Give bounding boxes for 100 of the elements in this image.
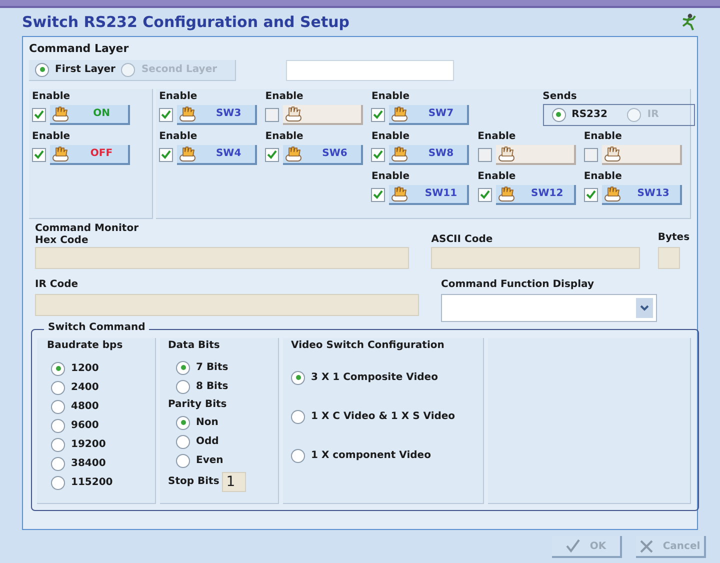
running-figure-icon [680,13,698,31]
group-label: Data Bits [168,340,221,352]
hand-icon [498,145,515,162]
switch-button[interactable]: SW4 [177,144,258,164]
checkbox[interactable] [371,188,386,202]
enable-label: Enable [371,90,411,102]
hand-icon [52,145,69,162]
hand-icon [391,145,408,162]
radio-button[interactable] [35,62,49,76]
text-field[interactable] [286,60,454,80]
dropdown[interactable] [441,294,657,322]
radio-button[interactable] [51,476,65,490]
hex-code-field[interactable] [35,246,410,268]
checkbox[interactable] [159,108,174,122]
hand-icon [285,145,302,162]
group-label: Baudrate bps [47,340,124,352]
enable-label: Enable [32,130,72,142]
checkbox[interactable] [32,148,46,162]
radio-button[interactable] [291,448,305,462]
stop-bits-field[interactable]: 1 [222,472,246,492]
close-icon [640,540,653,552]
enable-label: Enable [584,130,623,142]
radio-label: 38400 [71,457,106,471]
radio-button[interactable] [51,362,65,376]
enable-label: Enable [371,130,411,142]
switch-button[interactable] [283,104,364,124]
ir-code-field[interactable] [35,294,419,316]
radio-button[interactable] [51,456,65,470]
radio-button[interactable] [552,108,566,122]
radio-label: First Layer [55,63,116,77]
enable-label: Enable [478,170,517,182]
field-label: Command Function Display [441,278,595,290]
radio-button[interactable] [51,400,65,414]
hand-icon [285,105,302,122]
checkmark-icon [566,539,580,553]
radio-button[interactable] [176,380,190,394]
radio-label: Odd [196,435,219,449]
chevron-down-icon [636,298,653,318]
field-label: IR Code [35,278,80,290]
switch-button[interactable]: OFF [50,144,130,164]
checkbox[interactable] [159,148,174,162]
radio-label: 1200 [71,362,99,376]
radio-button[interactable] [176,360,190,374]
radio-label: 4800 [71,400,99,414]
section-label: Command Monitor [35,222,140,234]
radio-label: Even [196,454,224,468]
checkbox[interactable] [584,188,598,202]
checkbox[interactable] [478,188,492,202]
radio-label: Non [196,416,218,430]
hand-icon [604,145,621,162]
field-label: Hex Code [35,234,90,246]
hand-icon [498,185,515,202]
enable-label: Enable [32,90,72,102]
switch-button[interactable]: SW3 [177,104,258,124]
radio-label: 1 X C Video & 1 X S Video [311,410,456,424]
hand-icon [52,105,69,122]
radio-label: 1 X component Video [311,449,431,463]
radio-button[interactable] [51,380,65,394]
enable-label: Enable [584,170,623,182]
hand-icon [391,105,408,122]
radio-button[interactable] [291,370,305,384]
checkbox[interactable] [265,148,280,162]
section-label: Command Layer [29,41,130,57]
checkbox[interactable] [584,148,598,162]
switch-button[interactable]: SW6 [283,144,364,164]
enable-label: Enable [478,130,517,142]
radio-label: RS232 [572,108,608,122]
switch-button[interactable] [496,144,576,164]
radio-button[interactable] [176,416,190,430]
switch-button[interactable]: SW7 [389,104,470,124]
checkbox[interactable] [371,148,386,162]
switch-button[interactable]: SW13 [602,184,682,204]
field-label: Bytes [658,232,691,244]
enable-label: Enable [265,130,304,142]
radio-button[interactable] [176,434,190,448]
radio-label: 2400 [71,381,99,395]
group-label: Parity Bits [168,399,228,411]
switch-button[interactable]: SW11 [389,184,470,204]
field-label: ASCII Code [431,234,494,246]
checkbox[interactable] [371,108,386,122]
radio-label: 8 Bits [196,380,228,394]
radio-button[interactable] [51,418,65,432]
switch-button[interactable] [602,144,682,164]
ascii-code-field[interactable] [431,246,640,268]
enable-label: Enable [265,90,304,102]
radio-button[interactable] [51,438,65,452]
checkbox[interactable] [265,108,280,122]
switch-button[interactable]: SW12 [496,184,576,204]
checkbox[interactable] [478,148,492,162]
checkbox[interactable] [32,108,46,122]
hand-icon [604,185,621,202]
radio-label: 7 Bits [196,361,228,375]
enable-label: Enable [159,130,198,142]
radio-label: 9600 [71,419,99,433]
radio-button[interactable] [291,410,305,424]
enable-label: Enable [159,90,198,102]
switch-button[interactable]: SW8 [389,144,470,164]
radio-button[interactable] [176,454,190,468]
enable-label: Enable [371,170,411,182]
bytes-field[interactable] [658,246,680,268]
